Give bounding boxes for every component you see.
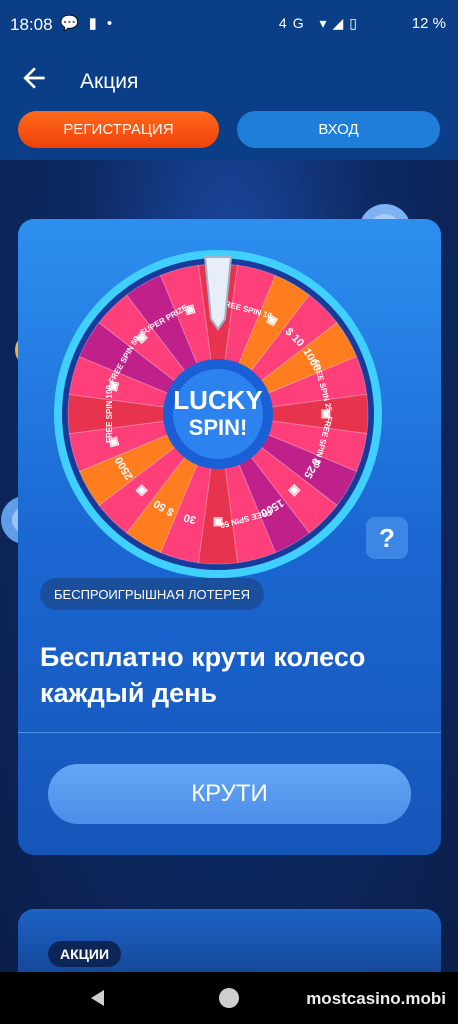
network-label: 4G	[278, 15, 310, 31]
lucky-spin-wheel: 100FREE SPIN 10▣$ 101000FREE SPIN 25▣FRE…	[54, 250, 382, 578]
wheel-segment-label: ▣	[213, 516, 223, 528]
promotions-badge: АКЦИИ	[48, 941, 122, 967]
promotions-card[interactable]: АКЦИИ	[18, 909, 441, 972]
help-button[interactable]: ?	[366, 517, 408, 559]
system-nav-bar: mostcasino.mobi	[0, 972, 458, 1024]
nav-home-icon[interactable]	[219, 988, 239, 1008]
wheel-logo-bottom: SPIN!	[189, 415, 248, 440]
app-bar: Акция РЕГИСТРАЦИЯ ВХОД	[0, 50, 458, 160]
wheel-segment-label: FREE SPIN 100	[105, 385, 114, 443]
lucky-spin-card: 100FREE SPIN 10▣$ 101000FREE SPIN 25▣FRE…	[18, 219, 441, 855]
wheel-logo-top: LUCKY	[173, 385, 263, 415]
divider	[18, 732, 441, 733]
register-button[interactable]: РЕГИСТРАЦИЯ	[18, 111, 219, 148]
promo-headline: Бесплатно крути колесо каждый день	[40, 642, 366, 708]
notification-icons: 💬▮•	[60, 15, 123, 32]
status-time: 18:08	[10, 15, 53, 34]
watermark: mostcasino.mobi	[306, 989, 446, 1008]
battery-text: 12 %	[411, 15, 446, 32]
status-bar: 18:08 💬▮• 4G ▾◢▯ 12 %	[0, 0, 458, 50]
back-arrow-icon[interactable]	[18, 62, 50, 94]
page-title: Акция	[80, 70, 139, 93]
spin-button[interactable]: КРУТИ	[48, 764, 411, 824]
content-area[interactable]: 100FREE SPIN 10▣$ 101000FREE SPIN 25▣FRE…	[0, 160, 458, 972]
login-button[interactable]: ВХОД	[237, 111, 440, 148]
lottery-badge: БЕСПРОИГРЫШНАЯ ЛОТЕРЕЯ	[40, 578, 264, 610]
signal-icons: 4G ▾◢▯	[278, 15, 363, 31]
nav-back-icon[interactable]	[88, 988, 106, 1008]
